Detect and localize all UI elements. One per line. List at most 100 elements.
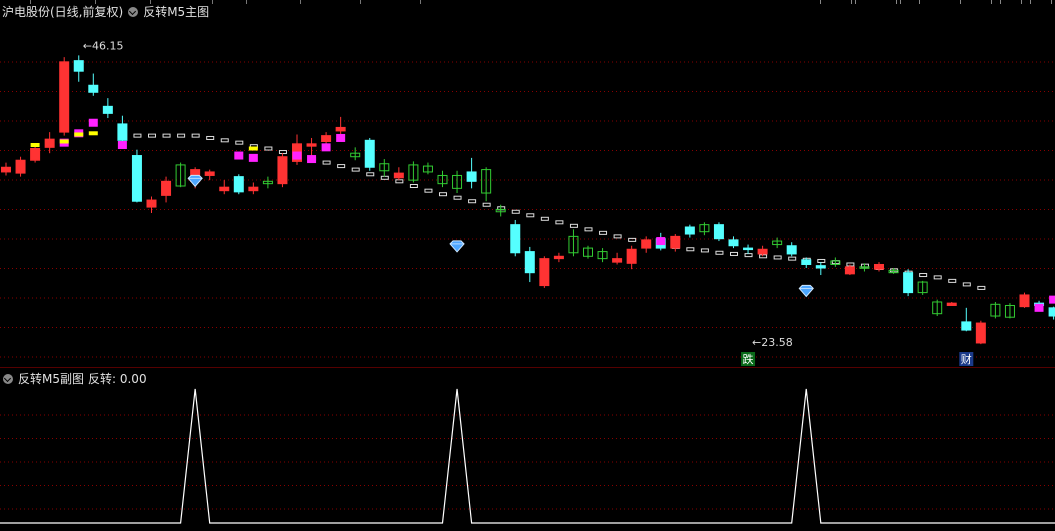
main-chart-panel: ←46.15←23.58跌财 沪电股份(日线,前复权) 反转M5主图 [0, 0, 1055, 368]
candle-body [714, 225, 723, 239]
stair-mark [978, 286, 985, 289]
candle-body [947, 303, 956, 305]
candle [220, 180, 229, 194]
candle [525, 247, 534, 282]
magenta-mark [322, 143, 331, 151]
high-price-annotation: ←46.15 [83, 39, 124, 52]
candle [249, 182, 258, 194]
candle [714, 222, 723, 241]
stair-mark [265, 147, 272, 150]
candle-body [74, 61, 83, 72]
stair-mark [716, 251, 723, 254]
indicator-chart[interactable] [0, 369, 1055, 527]
candle [293, 134, 302, 164]
candle-body [787, 246, 796, 254]
sub-chart-header: 反转M5副图 反转: 0.00 [0, 370, 147, 388]
candle-body [976, 323, 985, 343]
candle [336, 117, 345, 135]
candle-body [162, 181, 171, 195]
candle-body [467, 172, 476, 181]
main-indicator-name[interactable]: 反转M5主图 [143, 3, 209, 21]
candle [962, 308, 971, 331]
magenta-mark [336, 134, 345, 142]
diamond-signal-icon [450, 241, 464, 252]
candle [16, 157, 25, 177]
candle [89, 74, 98, 96]
stair-mark [483, 203, 490, 206]
stair-mark [149, 134, 156, 137]
candle-body [118, 124, 127, 140]
candle [278, 153, 287, 187]
candle [132, 150, 141, 203]
stair-mark [323, 161, 330, 164]
candle [1020, 293, 1029, 308]
stair-mark [614, 235, 621, 238]
candle-body [554, 256, 563, 258]
candle-body [758, 249, 767, 254]
candle [540, 256, 549, 288]
candle [31, 145, 40, 163]
candle [787, 242, 796, 256]
stair-mark [745, 254, 752, 257]
low-price-annotation: ←23.58 [752, 336, 793, 349]
candle [365, 138, 374, 171]
yellow-mark [60, 139, 69, 143]
stair-mark [440, 193, 447, 196]
stair-mark [352, 168, 359, 171]
sub-indicator-name[interactable]: 反转M5副图 [18, 370, 84, 388]
candle-body [336, 127, 345, 131]
candle-body [904, 273, 913, 293]
candle [438, 171, 447, 187]
candle [74, 55, 83, 81]
stair-mark [207, 136, 214, 139]
candle [700, 222, 709, 235]
stair-mark [279, 151, 286, 154]
candle-body [1020, 295, 1029, 307]
candle [671, 234, 680, 252]
stair-mark [629, 238, 636, 241]
yellow-mark [89, 131, 98, 135]
stair-mark [731, 252, 738, 255]
candle [554, 253, 563, 262]
candle-body [744, 248, 753, 250]
candle-body [525, 252, 534, 273]
candle [991, 302, 1000, 318]
candle-body [278, 157, 287, 184]
candle [205, 170, 214, 181]
candle-body [671, 236, 680, 248]
candle [1049, 307, 1055, 320]
candle [613, 253, 622, 265]
candle [394, 167, 403, 180]
candle [2, 163, 11, 176]
candle [453, 171, 462, 193]
candle-body [511, 225, 520, 253]
candle [598, 248, 607, 262]
stair-mark [541, 217, 548, 220]
candle [627, 246, 636, 269]
dropdown-circle-icon[interactable] [128, 7, 138, 17]
candle [162, 177, 171, 203]
candle [307, 138, 316, 156]
stair-mark [425, 189, 432, 192]
candle [947, 302, 956, 306]
stair-mark [454, 196, 461, 199]
candle [729, 236, 738, 248]
candle-body [16, 160, 25, 173]
stair-mark [236, 141, 243, 144]
candle-body [103, 106, 112, 113]
candle-body [89, 85, 98, 92]
stair-mark [527, 214, 534, 217]
candlestick-chart[interactable]: ←46.15←23.58跌财 [0, 0, 1055, 368]
sub-chart-panel: 反转M5副图 反转: 0.00 [0, 369, 1055, 527]
candle [904, 269, 913, 296]
stair-mark [381, 176, 388, 179]
candle-body [132, 156, 141, 202]
candle-body [45, 139, 54, 147]
candle [744, 245, 753, 254]
candle-body [729, 240, 738, 246]
candle-body [627, 249, 636, 263]
magenta-mark [1035, 304, 1044, 312]
dropdown-circle-icon[interactable] [3, 374, 13, 384]
candle-body [205, 172, 214, 176]
candle [380, 159, 389, 177]
